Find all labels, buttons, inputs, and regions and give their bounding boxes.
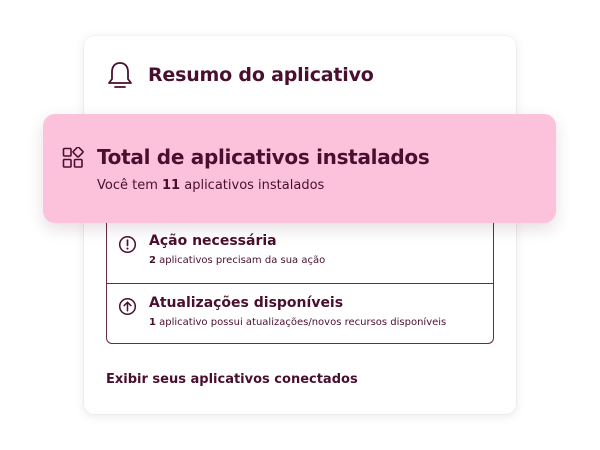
view-connected-apps-link[interactable]: Exibir seus aplicativos conectados <box>106 372 358 387</box>
banner-subtitle-prefix: Você tem <box>97 178 163 193</box>
list-item-action-required[interactable]: Ação necessária 2 aplicativos precisam d… <box>107 222 493 283</box>
banner-subtitle-suffix: aplicativos instalados <box>180 178 325 193</box>
exclamation-circle-icon <box>118 235 137 254</box>
apps-grid-icon <box>62 147 84 168</box>
list-item-desc-text: aplicativo possui atualizações/novos rec… <box>155 317 447 328</box>
banner-subtitle: Você tem 11 aplicativos instalados <box>97 178 324 193</box>
list-item-title: Atualizações disponíveis <box>149 295 344 311</box>
installed-count: 11 <box>162 178 181 193</box>
app-summary-card: Resumo do aplicativo Ação necessária 2 a… <box>84 36 516 414</box>
card-header: Resumo do aplicativo <box>106 60 374 90</box>
list-item-updates-available[interactable]: Atualizações disponíveis 1 aplicativo po… <box>107 283 493 344</box>
list-item-count: 1 <box>149 317 156 328</box>
list-item-desc-text: aplicativos precisam da sua ação <box>155 255 326 266</box>
list-item-description: 1 aplicativo possui atualizações/novos r… <box>149 316 493 329</box>
card-title: Resumo do aplicativo <box>148 64 374 86</box>
list-item-title: Ação necessária <box>149 233 277 249</box>
bell-icon <box>108 62 132 88</box>
banner-title: Total de aplicativos instalados <box>97 145 430 169</box>
status-list: Ação necessária 2 aplicativos precisam d… <box>106 222 494 344</box>
list-item-count: 2 <box>149 255 156 266</box>
list-item-description: 2 aplicativos precisam da sua ação <box>149 254 493 267</box>
installed-apps-banner: Total de aplicativos instalados Você tem… <box>43 114 556 223</box>
arrow-up-circle-icon <box>118 297 137 316</box>
